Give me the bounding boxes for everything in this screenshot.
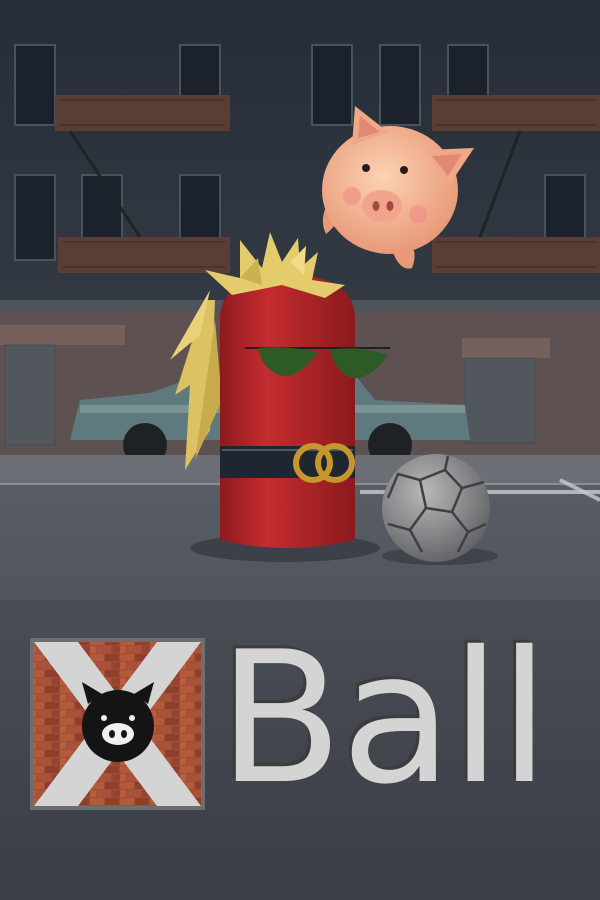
soccer-ball [382, 454, 490, 562]
game-title: Ball [218, 612, 550, 824]
brick-wall-icon [30, 638, 205, 810]
pig-face-icon [82, 682, 154, 762]
game-cover-scene: Ball [0, 0, 600, 900]
xball-logo [30, 638, 205, 810]
